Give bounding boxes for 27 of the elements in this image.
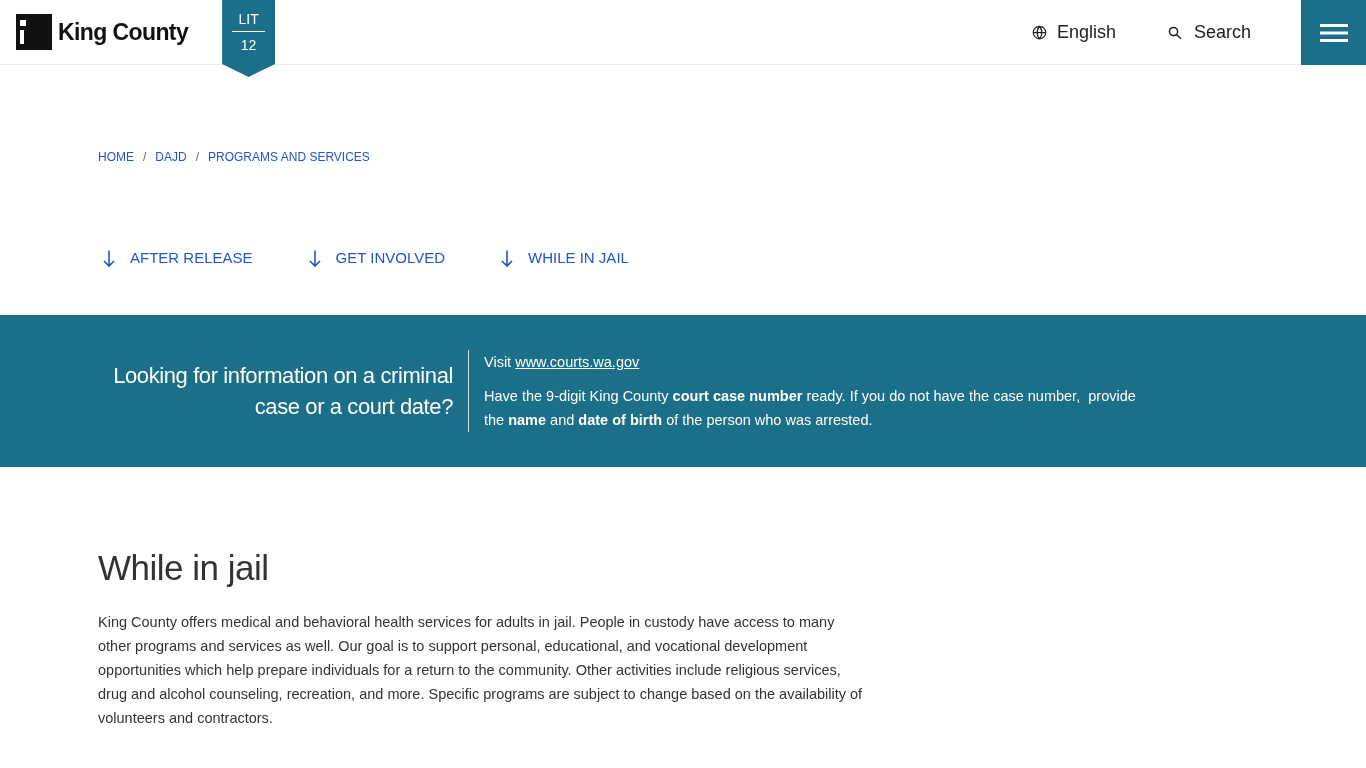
logo-text[interactable]: King County [58, 20, 189, 44]
anchor-link[interactable]: GET INVOLVED [308, 248, 446, 268]
menu-button[interactable] [1301, 0, 1366, 65]
section-title: While in jail [98, 547, 269, 589]
breadcrumb-link[interactable]: DAJD [155, 149, 187, 165]
globe-icon [1031, 25, 1047, 40]
badge-bottom-text: 12 [240, 36, 257, 54]
section-body: King County offers medical and behavioral health services for adults in jail. People in custody have access to many other programs and services as well. Our goal is to support personal, educational, and vocational development opportunities which help prepare individuals for a return to the community. Other activities include religious services, drug and alcohol counseling, recreation, and more. Specific programs are subject to change based on the availability of volunteers and contractors. [98, 613, 864, 728]
breadcrumb-link[interactable]: HOME [98, 149, 134, 165]
anchor-link[interactable]: AFTER RELEASE [103, 248, 253, 268]
arrow-down-icon [103, 249, 115, 267]
courts-link[interactable]: www.courts.wa.gov [515, 354, 640, 370]
breadcrumb-separator: / [195, 149, 200, 165]
language-button[interactable]: English [1031, 19, 1116, 46]
arrow-down-icon [501, 249, 514, 267]
logo-square-icon [16, 14, 52, 50]
search-icon [1167, 25, 1182, 40]
instructions-text: Have the 9-digit King County court case number ready. If you do not have the case number, provide the name and date of birth of the person who was arrested. [484, 387, 1137, 430]
arrow-down-icon [308, 249, 321, 267]
breadcrumb-separator: / [143, 149, 147, 165]
banner-heading: Looking for information on a criminal case or a court date? [112, 362, 453, 421]
search-button[interactable]: Search [1167, 19, 1251, 46]
breadcrumb-link[interactable]: PROGRAMS AND SERVICES [208, 149, 370, 165]
anchor-link[interactable]: WHILE IN JAIL [501, 248, 629, 268]
badge-top-text: LIT [232, 10, 265, 32]
visit-text: Visit www.courts.wa.gov [484, 353, 641, 372]
menu-icon [1319, 23, 1348, 42]
